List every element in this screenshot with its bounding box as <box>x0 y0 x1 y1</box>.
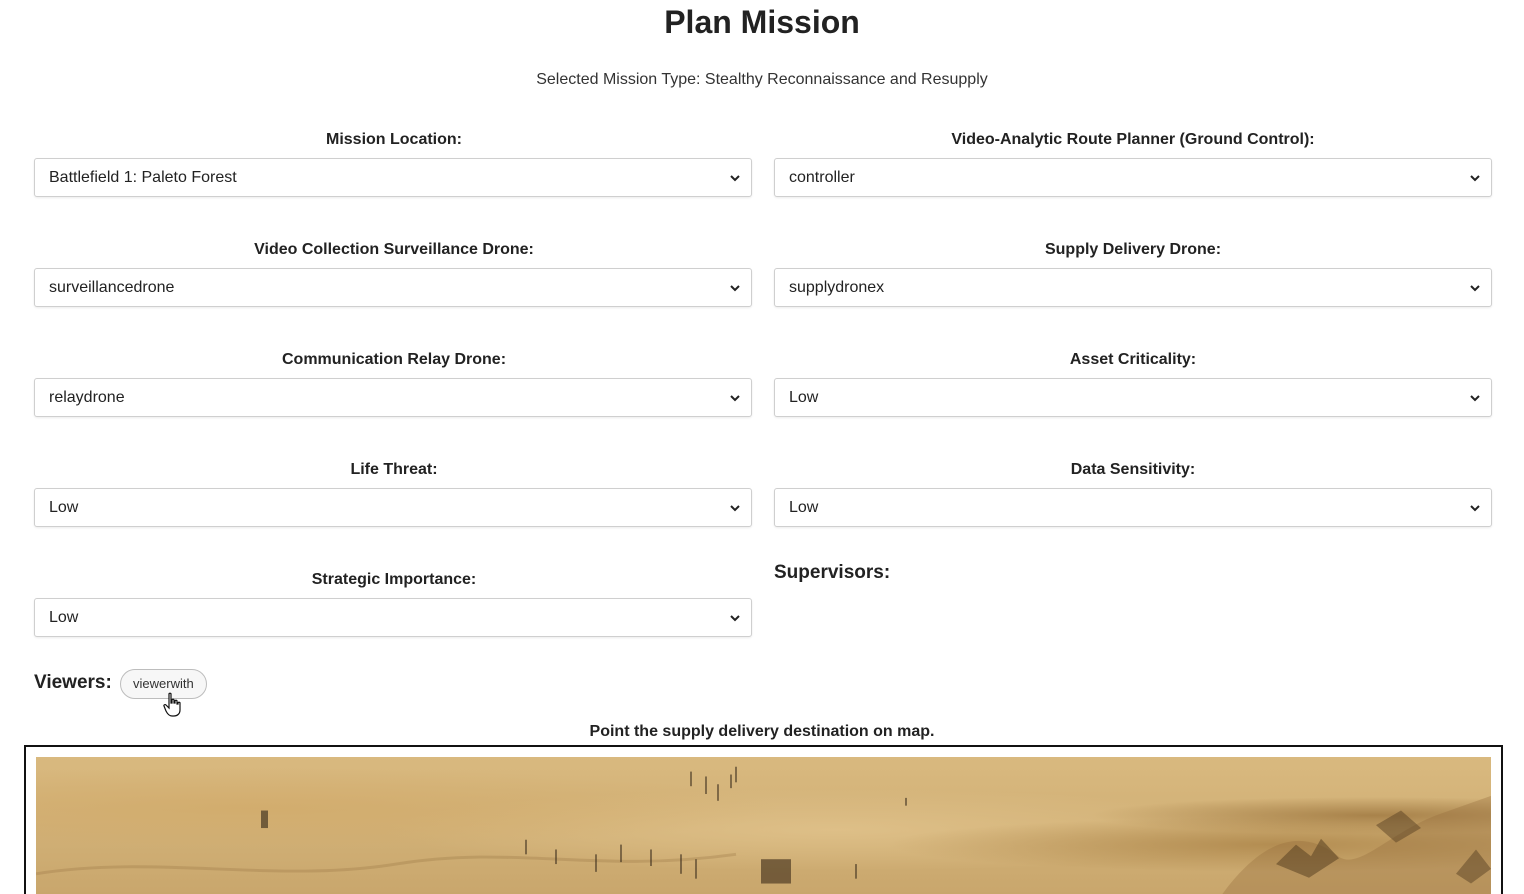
relay-drone-select[interactable]: relaydrone <box>34 378 752 417</box>
strategic-importance-label: Strategic Importance: <box>311 571 477 588</box>
chevron-down-icon <box>730 615 740 622</box>
asset-criticality-label: Asset Criticality: <box>1069 351 1197 368</box>
mission-type-subtitle: Selected Mission Type: Stealthy Reconnai… <box>536 71 988 88</box>
route-planner-select[interactable]: controller <box>774 158 1492 197</box>
mission-location-select[interactable]: Battlefield 1: Paleto Forest <box>34 158 752 197</box>
chevron-down-icon <box>730 505 740 512</box>
life-threat-value: Low <box>49 499 79 516</box>
data-sensitivity-value: Low <box>789 499 819 516</box>
battlefield-map[interactable] <box>36 757 1491 894</box>
chevron-down-icon <box>1470 395 1480 402</box>
asset-criticality-select[interactable]: Low <box>774 378 1492 417</box>
strategic-importance-value: Low <box>49 609 79 626</box>
surveillance-drone-label: Video Collection Surveillance Drone: <box>254 241 534 258</box>
route-planner-label: Video-Analytic Route Planner (Ground Con… <box>951 131 1315 148</box>
supervisors-heading: Supervisors: <box>774 562 891 583</box>
hand-pointer-icon <box>163 692 181 717</box>
chevron-down-icon <box>1470 505 1480 512</box>
chevron-down-icon <box>1470 285 1480 292</box>
mission-location-label: Mission Location: <box>326 131 462 148</box>
data-sensitivity-select[interactable]: Low <box>774 488 1492 527</box>
chevron-down-icon <box>730 285 740 292</box>
asset-criticality-value: Low <box>789 389 819 406</box>
mission-location-value: Battlefield 1: Paleto Forest <box>49 169 237 186</box>
chevron-down-icon <box>730 395 740 402</box>
chevron-down-icon <box>1470 175 1480 182</box>
viewers-heading: Viewers: <box>34 672 112 693</box>
surveillance-drone-select[interactable]: surveillancedrone <box>34 268 752 307</box>
life-threat-label: Life Threat: <box>350 461 438 478</box>
strategic-importance-select[interactable]: Low <box>34 598 752 637</box>
plan-mission-page: Plan Mission Selected Mission Type: Stea… <box>0 0 1524 894</box>
route-planner-value: controller <box>789 169 855 186</box>
page-title: Plan Mission <box>664 4 860 40</box>
surveillance-drone-value: surveillancedrone <box>49 279 175 296</box>
chevron-down-icon <box>730 175 740 182</box>
life-threat-select[interactable]: Low <box>34 488 752 527</box>
supply-drone-value: supplydronex <box>789 279 885 296</box>
supply-drone-select[interactable]: supplydronex <box>774 268 1492 307</box>
map-terrain-image <box>36 766 1491 894</box>
relay-drone-label: Communication Relay Drone: <box>281 351 507 368</box>
supply-drone-label: Supply Delivery Drone: <box>1044 241 1222 258</box>
data-sensitivity-label: Data Sensitivity: <box>1070 461 1196 478</box>
map-instruction: Point the supply delivery destination on… <box>589 723 935 740</box>
relay-drone-value: relaydrone <box>49 389 125 406</box>
map-frame <box>24 745 1503 894</box>
